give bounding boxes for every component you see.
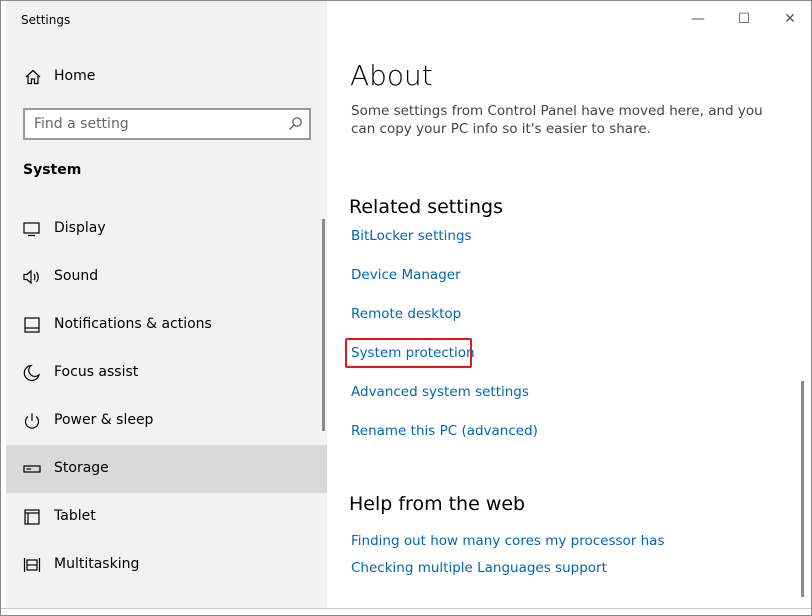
page-description: Some settings from Control Panel have mo… <box>351 103 763 137</box>
tablet-icon <box>24 509 40 525</box>
section-title: System <box>23 162 82 178</box>
sidebar-item-power-sleep[interactable]: Power & sleep <box>6 397 327 445</box>
sidebar-item-label: Sound <box>54 268 99 284</box>
sidebar-item-label: Home <box>54 68 96 84</box>
sidebar-item-label: Power & sleep <box>54 412 154 428</box>
sidebar-item-display[interactable]: Display <box>6 205 327 253</box>
search-box <box>23 108 311 140</box>
search-icon[interactable] <box>287 116 303 132</box>
sidebar-item-sound[interactable]: Sound <box>6 253 327 301</box>
help-heading: Help from the web <box>349 493 526 515</box>
content-scrollbar[interactable] <box>801 381 804 597</box>
close-button[interactable]: ✕ <box>767 1 811 37</box>
sidebar-item-label: Notifications & actions <box>54 316 212 332</box>
link-rename-this-pc[interactable]: Rename this PC (advanced) <box>351 423 538 439</box>
sidebar-item-notifications[interactable]: Notifications & actions <box>6 301 327 349</box>
sidebar: Settings Home System Display <box>6 1 327 608</box>
close-icon: ✕ <box>784 11 796 27</box>
sidebar-item-label: Display <box>54 220 106 236</box>
moon-icon <box>23 364 41 381</box>
maximize-button[interactable]: ☐ <box>721 1 767 37</box>
storage-icon <box>23 465 41 473</box>
sidebar-scrollbar[interactable] <box>322 219 325 431</box>
speaker-icon <box>23 269 39 285</box>
sidebar-item-label: Multitasking <box>54 556 140 572</box>
multitasking-icon <box>23 558 41 572</box>
link-languages-support[interactable]: Checking multiple Languages support <box>351 560 607 576</box>
link-processor-cores[interactable]: Finding out how many cores my processor … <box>351 533 664 549</box>
sidebar-item-focus-assist[interactable]: Focus assist <box>6 349 327 397</box>
window-controls: — ☐ ✕ <box>675 1 811 37</box>
sidebar-item-multitasking[interactable]: Multitasking <box>6 541 327 589</box>
notifications-icon <box>24 317 40 333</box>
maximize-icon: ☐ <box>737 11 751 27</box>
link-device-manager[interactable]: Device Manager <box>351 267 461 283</box>
power-icon <box>24 413 40 429</box>
page-title: About <box>350 59 433 92</box>
sidebar-item-label: Storage <box>54 460 109 476</box>
sidebar-item-tablet[interactable]: Tablet <box>6 493 327 541</box>
link-bitlocker-settings[interactable]: BitLocker settings <box>351 228 472 244</box>
sidebar-item-label: Focus assist <box>54 364 139 380</box>
search-input[interactable] <box>25 110 285 138</box>
sidebar-item-label: Tablet <box>54 508 96 524</box>
related-settings-heading: Related settings <box>349 196 503 218</box>
main-content: — ☐ ✕ About Some settings from Control P… <box>327 1 811 608</box>
sidebar-item-storage[interactable]: Storage <box>6 445 327 493</box>
monitor-icon <box>23 222 40 237</box>
settings-window: Settings Home System Display <box>0 0 812 616</box>
link-advanced-system-settings[interactable]: Advanced system settings <box>351 384 529 400</box>
window-title: Settings <box>21 13 71 27</box>
link-system-protection[interactable]: System protection <box>351 345 475 361</box>
link-remote-desktop[interactable]: Remote desktop <box>351 306 461 322</box>
sidebar-item-home[interactable]: Home <box>6 59 327 95</box>
minimize-icon: — <box>691 11 705 27</box>
window-bottom-edge <box>1 608 811 615</box>
minimize-button[interactable]: — <box>675 1 721 37</box>
home-icon <box>25 69 41 85</box>
